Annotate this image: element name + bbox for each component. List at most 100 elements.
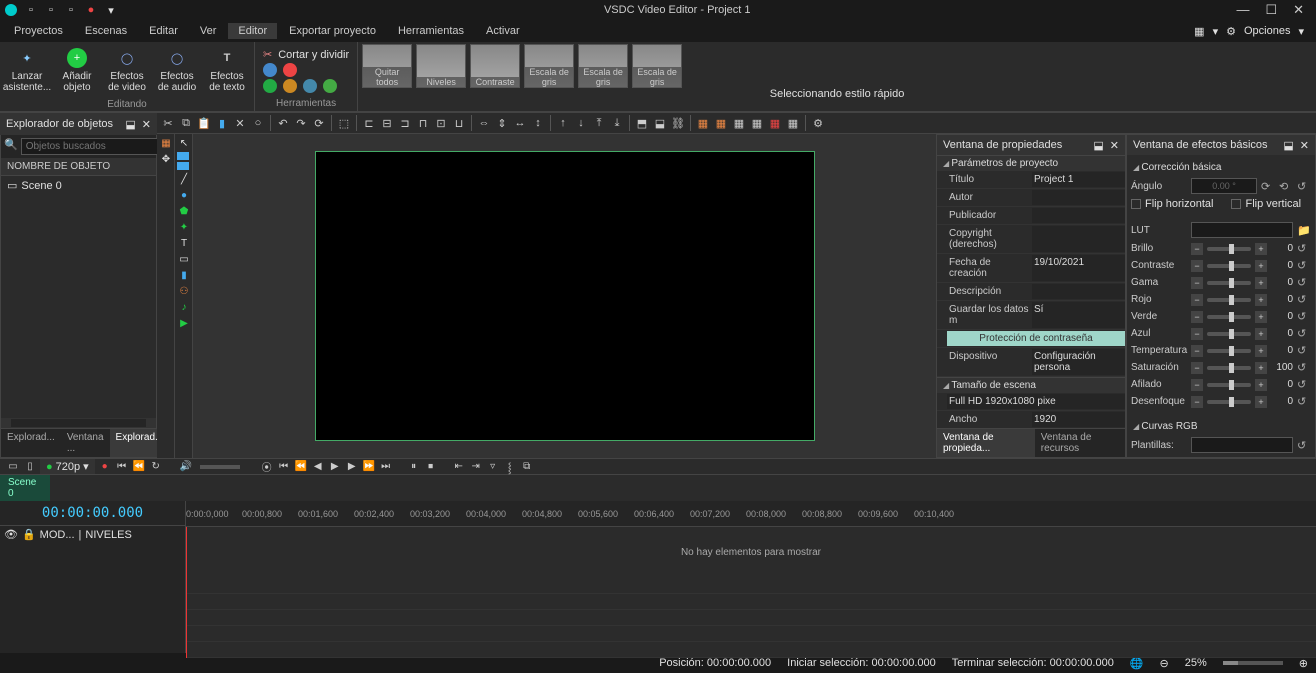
rotate-cw-icon[interactable]: ⟳ — [1261, 180, 1275, 193]
props-tab-1[interactable]: Ventana de propieda... — [937, 429, 1035, 457]
timeline-tracks[interactable]: No hay elementos para mostrar — [186, 527, 1316, 658]
layout-icon[interactable]: ▦ — [1194, 25, 1204, 38]
reset-icon[interactable]: ↺ — [1297, 276, 1311, 289]
zoom-out-icon[interactable]: ⊖ — [1160, 657, 1169, 670]
close-panel-icon[interactable]: ✕ — [142, 118, 151, 131]
tb-grid1-icon[interactable]: ▦ — [695, 115, 711, 131]
pin-icon[interactable]: ⬓ — [125, 118, 135, 131]
vtb-tooltip-icon[interactable]: ▭ — [177, 252, 191, 266]
playhead[interactable] — [186, 527, 187, 658]
prop-group[interactable]: Tamaño de escena — [937, 377, 1125, 393]
reset-icon[interactable]: ↺ — [1297, 344, 1311, 357]
tool-icon-3[interactable] — [263, 79, 277, 93]
folder-icon[interactable]: 📁 — [1297, 224, 1311, 237]
menu-exportar[interactable]: Exportar proyecto — [279, 23, 386, 39]
lock-icon[interactable]: 🔒 — [22, 528, 36, 541]
scene-size-row[interactable]: Full HD 1920x1080 pixe — [937, 393, 1125, 411]
tl-loop-icon[interactable]: ↻ — [149, 460, 163, 474]
tb-grid6-icon[interactable]: ▦ — [785, 115, 801, 131]
minimize-button[interactable]: — — [1236, 2, 1249, 18]
vtb-shape-icon[interactable]: ⬟ — [177, 204, 191, 218]
tl-play-icon[interactable]: ▶ — [328, 460, 342, 474]
plus-button[interactable]: + — [1255, 345, 1267, 357]
tl-fwd-icon[interactable]: ⏩ — [362, 460, 376, 474]
minus-button[interactable]: − — [1191, 260, 1203, 272]
style-thumb[interactable]: Contraste — [470, 44, 520, 88]
vtb-rect-icon[interactable] — [177, 152, 189, 160]
tb-copy-icon[interactable]: ⧉ — [178, 115, 194, 131]
launch-wizard-button[interactable]: ✦ Lanzar asistente... — [4, 44, 50, 93]
tl-split-icon[interactable]: ⸾ — [503, 460, 517, 474]
tl-tool-2[interactable]: ▯ — [23, 460, 37, 474]
tb-settings-icon[interactable]: ⚙ — [810, 115, 826, 131]
video-effects-button[interactable]: ◯ Efectos de video — [104, 44, 150, 93]
rotate-ccw-icon[interactable]: ⟲ — [1279, 180, 1293, 193]
prop-group[interactable]: Parámetros de proyecto — [937, 155, 1125, 171]
tl-last-icon[interactable]: ⏭ — [379, 460, 393, 474]
prop-row[interactable]: Ancho1920 — [937, 411, 1125, 428]
reset-icon[interactable]: ↺ — [1297, 395, 1311, 408]
slider[interactable] — [1207, 332, 1251, 336]
slider[interactable] — [1207, 281, 1251, 285]
tl-mark-out-icon[interactable]: ⇥ — [469, 460, 483, 474]
style-thumb[interactable]: Escala de gris — [578, 44, 628, 88]
menu-ver[interactable]: Ver — [190, 23, 227, 39]
reset-icon[interactable]: ↺ — [1297, 327, 1311, 340]
qat-open-icon[interactable]: ▫ — [44, 3, 58, 17]
text-effects-button[interactable]: T Efectos de texto — [204, 44, 250, 93]
tb-dist-h-icon[interactable]: ⇔ — [476, 115, 492, 131]
tb-undo-icon[interactable]: ↶ — [275, 115, 291, 131]
qat-dropdown-icon[interactable]: ▾ — [104, 3, 118, 17]
track-levels-label[interactable]: NIVELES — [85, 529, 131, 541]
tl-rewind-icon[interactable]: ⏪ — [132, 460, 146, 474]
password-protection-row[interactable]: Protección de contraseña — [937, 330, 1125, 348]
tb-group-icon[interactable]: ⬒ — [634, 115, 650, 131]
reset-icon[interactable]: ↺ — [1297, 242, 1311, 255]
tb-paste-icon[interactable]: 📋 — [196, 115, 212, 131]
menu-editor[interactable]: Editor — [228, 23, 277, 39]
tb-down-icon[interactable]: ↓ — [573, 115, 589, 131]
maximize-button[interactable]: ☐ — [1265, 2, 1277, 18]
tb-size-w-icon[interactable]: ↔ — [512, 115, 528, 131]
audio-effects-button[interactable]: ◯ Efectos de audio — [154, 44, 200, 93]
status-globe-icon[interactable]: 🌐 — [1130, 657, 1144, 670]
minus-button[interactable]: − — [1191, 294, 1203, 306]
prop-row[interactable]: TítuloProject 1 — [937, 171, 1125, 189]
plus-button[interactable]: + — [1255, 277, 1267, 289]
prop-row[interactable]: Fecha de creación19/10/2021 — [937, 254, 1125, 283]
tb-redo-icon[interactable]: ↷ — [293, 115, 309, 131]
tb-align-m-icon[interactable]: ⊡ — [433, 115, 449, 131]
list-item[interactable]: ▭ Scene 0 — [1, 176, 156, 195]
slider[interactable] — [1207, 383, 1251, 387]
qat-new-icon[interactable]: ▫ — [24, 3, 38, 17]
slider[interactable] — [1207, 298, 1251, 302]
slider[interactable] — [1207, 247, 1251, 251]
plus-button[interactable]: + — [1255, 294, 1267, 306]
tool-icon-6[interactable] — [323, 79, 337, 93]
tool-icon-4[interactable] — [283, 79, 297, 93]
tb-link-icon[interactable]: ⛓ — [670, 115, 686, 131]
gear-icon[interactable]: ⚙ — [1226, 25, 1236, 38]
zoom-in-icon[interactable]: ⊕ — [1299, 657, 1308, 670]
tl-marker-icon[interactable]: ▿ — [486, 460, 500, 474]
slider[interactable] — [1207, 400, 1251, 404]
vtb-chart-icon[interactable]: ▮ — [177, 268, 191, 282]
props-tab-2[interactable]: Ventana de recursos — [1035, 429, 1125, 457]
vtb-pointer-icon[interactable]: ↖ — [177, 136, 191, 150]
tb-select-icon[interactable]: ⬚ — [336, 115, 352, 131]
plus-button[interactable]: + — [1255, 243, 1267, 255]
menu-escenas[interactable]: Escenas — [75, 23, 137, 39]
vtb-line-icon[interactable]: ╱ — [177, 172, 191, 186]
vtb-grid-icon[interactable]: ▦ — [159, 136, 173, 150]
search-input[interactable] — [21, 138, 163, 155]
tb-grid2-icon[interactable]: ▦ — [713, 115, 729, 131]
tl-mark-in-icon[interactable]: ⇤ — [452, 460, 466, 474]
resolution-dropdown[interactable]: ●720p ▾ — [40, 459, 95, 474]
tl-step-back-icon[interactable]: ◀ — [311, 460, 325, 474]
close-panel-icon[interactable]: ✕ — [1110, 139, 1119, 152]
tb-dist-v-icon[interactable]: ⇕ — [494, 115, 510, 131]
dropdown-icon[interactable]: ▾ — [1213, 25, 1219, 38]
tb-align-t-icon[interactable]: ⊓ — [415, 115, 431, 131]
reset-icon[interactable]: ↺ — [1297, 293, 1311, 306]
vtb-ellipse-icon[interactable]: ● — [177, 188, 191, 202]
